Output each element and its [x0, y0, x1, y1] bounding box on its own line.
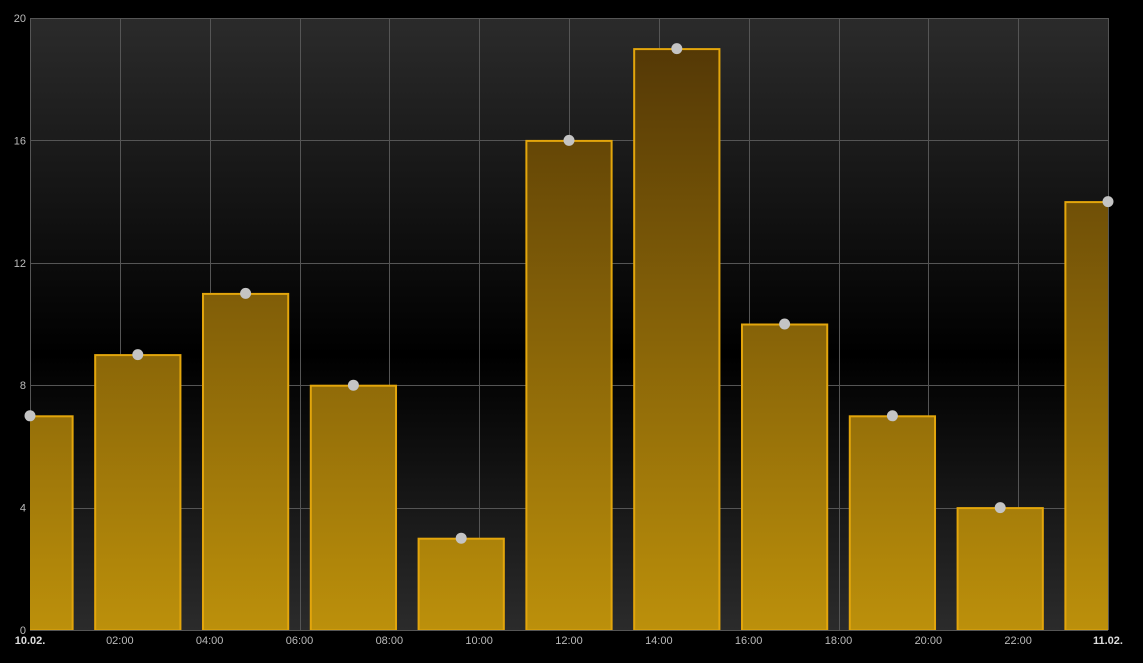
- bar[interactable]: [309, 384, 398, 631]
- x-tick-label: 22:00: [1004, 635, 1032, 647]
- x-tick-label: 11.02.: [1093, 635, 1123, 647]
- bar[interactable]: [94, 354, 182, 630]
- y-tick-label: 20: [14, 13, 26, 25]
- x-axis-tick-labels: 10.02. 02:00 04:00 06:00 08:00 10:00 12:00 14:0…: [15, 635, 1123, 647]
- bar[interactable]: [848, 415, 937, 630]
- chart-container: 0 4 8 12 16 20 10.02. 02:00 04:00 06:00 08:00 10:0…: [0, 0, 1143, 663]
- y-tick-label: 16: [14, 135, 26, 147]
- data-point-marker[interactable]: [671, 43, 683, 55]
- data-point-marker[interactable]: [455, 532, 467, 544]
- y-tick-label: 8: [20, 380, 26, 392]
- data-point-marker[interactable]: [347, 379, 359, 391]
- x-tick-label: 18:00: [825, 635, 853, 647]
- bar[interactable]: [0, 415, 74, 630]
- x-tick-label: 06:00: [286, 635, 314, 647]
- data-point-marker[interactable]: [240, 287, 252, 299]
- x-tick-label: 08:00: [376, 635, 404, 647]
- bar[interactable]: [633, 48, 721, 630]
- bar[interactable]: [525, 139, 613, 631]
- x-tick-label: 10:00: [465, 635, 493, 647]
- data-point-marker[interactable]: [563, 134, 575, 146]
- bar[interactable]: [956, 507, 1044, 630]
- y-tick-label: 4: [20, 503, 26, 515]
- bar[interactable]: [740, 323, 829, 631]
- x-tick-label: 04:00: [196, 635, 224, 647]
- x-tick-label: 14:00: [645, 635, 673, 647]
- x-tick-label: 12:00: [555, 635, 583, 647]
- bar[interactable]: [417, 537, 505, 631]
- data-point-marker[interactable]: [132, 349, 144, 361]
- x-tick-label: 20:00: [915, 635, 943, 647]
- data-point-marker[interactable]: [779, 318, 791, 330]
- data-point-marker[interactable]: [24, 410, 36, 422]
- y-axis-tick-labels: 048121620: [14, 13, 26, 637]
- x-tick-label: 10.02.: [15, 635, 46, 647]
- data-point-marker[interactable]: [886, 410, 898, 422]
- data-point-marker[interactable]: [994, 502, 1006, 514]
- data-point-marker[interactable]: [1102, 196, 1114, 208]
- x-tick-label: 16:00: [735, 635, 763, 647]
- x-tick-label: 02:00: [106, 635, 134, 647]
- bar-chart: 048121620 10.02. 02:00 04:00 06:00 08:00 10:0…: [0, 13, 1143, 647]
- bar[interactable]: [1064, 201, 1143, 630]
- bar[interactable]: [201, 292, 290, 631]
- y-tick-label: 12: [14, 258, 26, 270]
